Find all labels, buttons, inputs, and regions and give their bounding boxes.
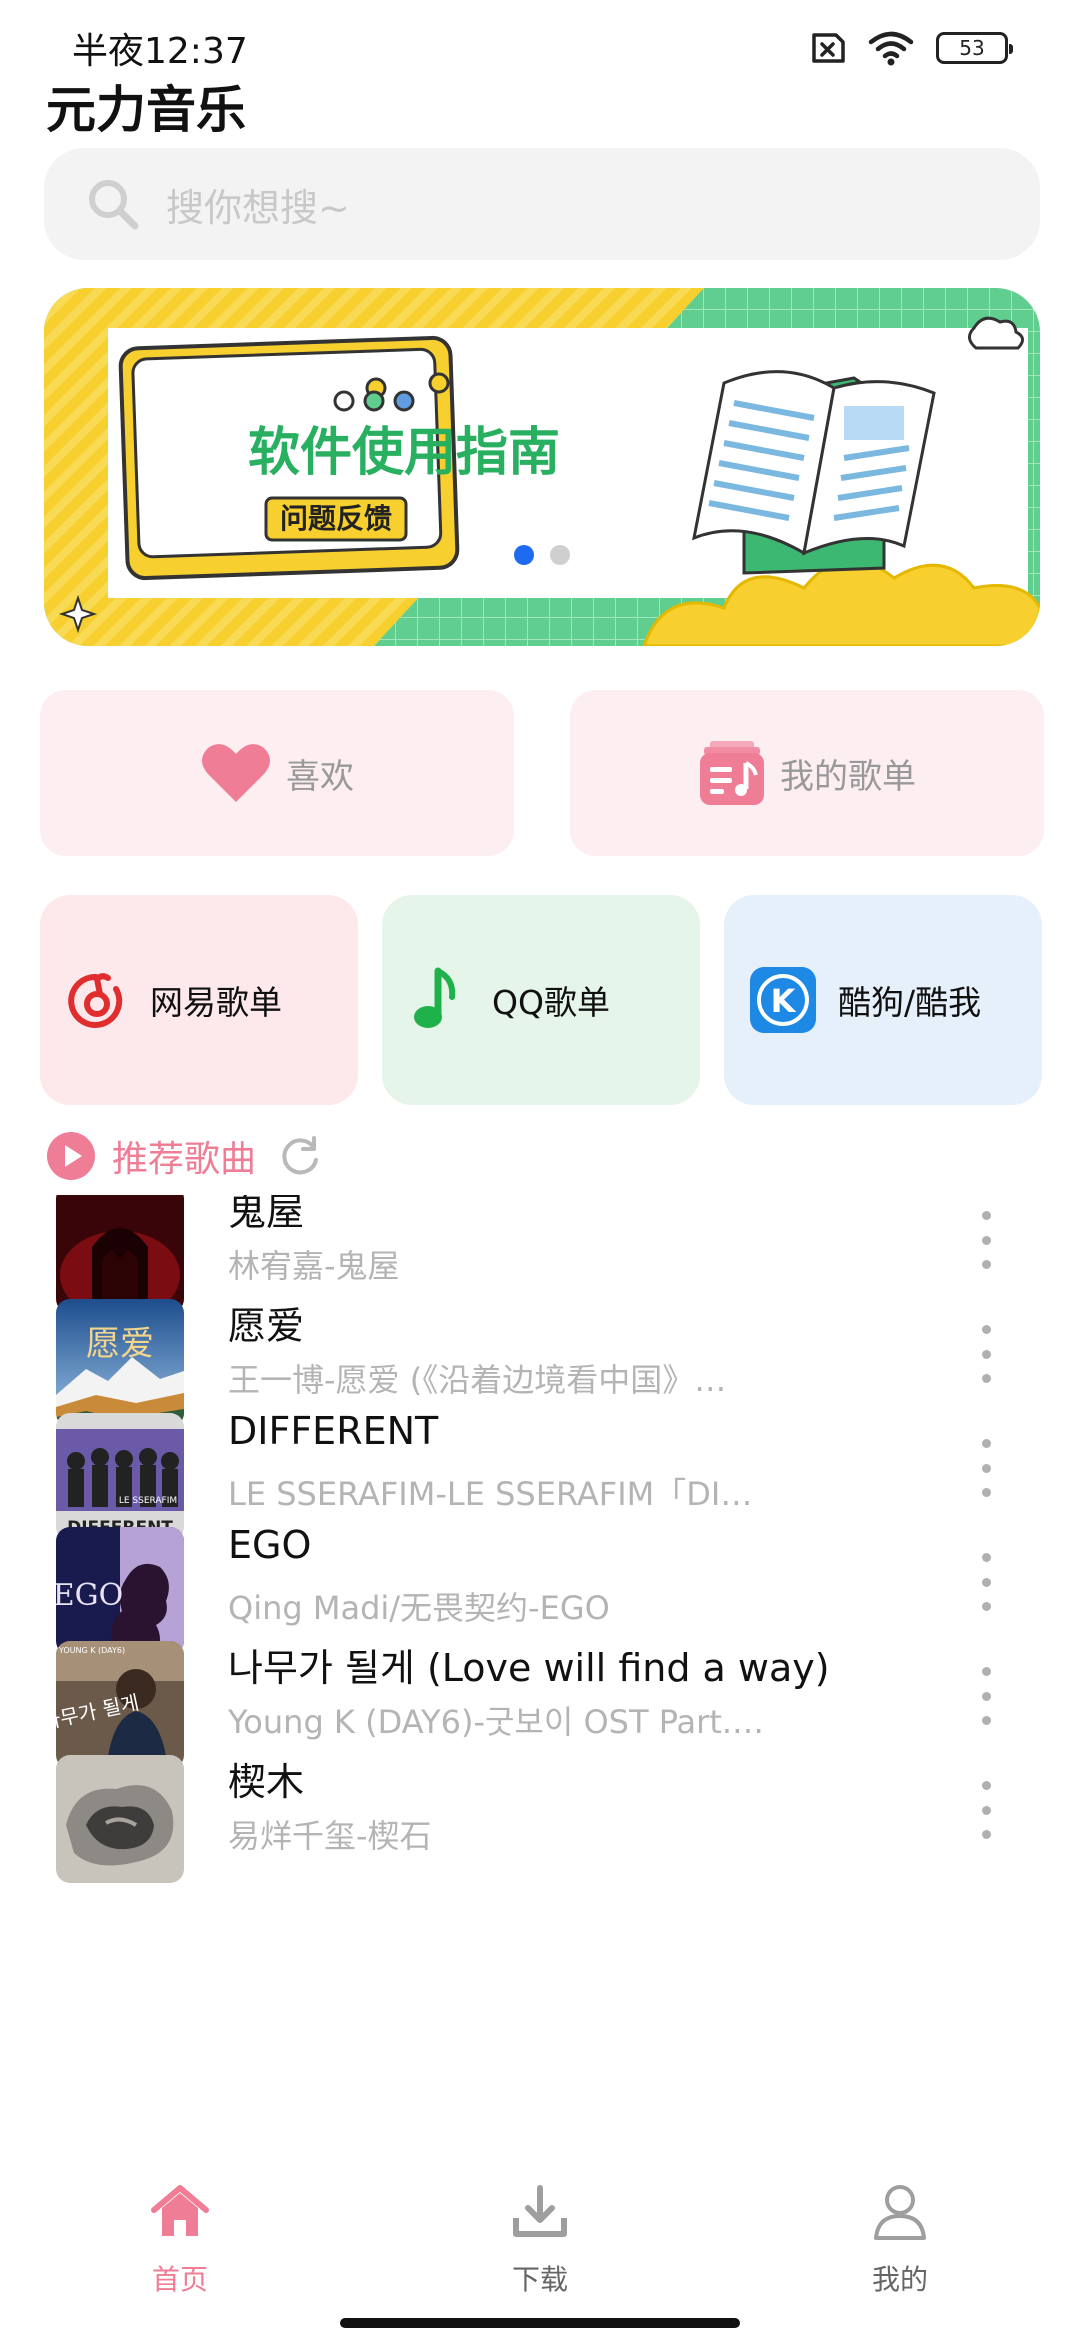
svg-text:问题反馈: 问题反馈 [280,502,392,535]
more-options-icon[interactable] [966,1433,1006,1503]
no-sim-icon [812,33,845,63]
refresh-icon[interactable] [278,1134,322,1178]
song-list[interactable]: 鬼屋 林宥嘉-鬼屋 愿爱 愿爱 王一博-愿爱 (《沿着边境看中国》… LE SS… [0,1195,1080,2170]
more-options-icon[interactable] [966,1319,1006,1389]
search-icon [89,180,139,230]
svg-text:软件使用指南: 软件使用指南 [248,423,560,483]
battery-indicator: 53 [936,32,1013,64]
status-icons: 53 [806,30,1013,66]
nav-home-label: 首页 [151,2263,208,2296]
search-input[interactable]: 搜你想搜~ [44,148,1040,260]
qq-playlist-card[interactable]: QQ歌单 [382,895,700,1105]
nav-profile[interactable]: 我的 [800,2180,1000,2310]
song-title: 愿爱 [228,1304,305,1348]
banner-illustration: 软件使用指南 问题反馈 [44,288,1040,646]
status-bar: 半夜12:37 53 [0,0,1080,80]
song-artist: Young K (DAY6)-굿보이 OST Part.… [228,1703,765,1741]
song-artist: Qing Madi/无畏契约-EGO [228,1589,610,1627]
song-title: 나무가 될게 (Love will find a way) [228,1646,830,1690]
more-options-icon[interactable] [966,1775,1006,1845]
netease-icon [68,973,123,1028]
home-indicator[interactable] [340,2318,740,2328]
recommended-title: 推荐歌曲 [112,1139,257,1180]
favorites-card[interactable]: 喜欢 [40,690,514,856]
search-placeholder: 搜你想搜~ [166,185,350,230]
netease-playlist-card[interactable]: 网易歌单 [40,895,358,1105]
banner-carousel[interactable]: 软件使用指南 问题反馈 [44,288,1040,646]
kugou-kuwo-card[interactable]: K 酷狗/酷我 [724,895,1042,1105]
nav-download[interactable]: 下载 [440,2180,640,2310]
download-icon [513,2185,567,2237]
kugou-icon: K [750,967,816,1033]
svg-text:K: K [771,982,797,1020]
song-artist: 王一博-愿爱 (《沿着边境看中国》… [228,1361,727,1399]
more-options-icon[interactable] [966,1547,1006,1617]
home-icon [151,2185,209,2236]
app-title: 元力音乐 [46,81,246,139]
heart-icon [202,744,270,802]
svg-text:LE SSERAFIM: LE SSERAFIM [119,1496,177,1506]
bottom-nav: 首页 下载 我的 [0,2170,1080,2340]
song-artist: 林宥嘉-鬼屋 [228,1247,400,1285]
play-circle-icon [47,1132,95,1180]
banner-dot-2 [550,545,570,565]
banner-dot-1 [514,545,534,565]
more-options-icon[interactable] [966,1661,1006,1731]
song-artist: 易烊千玺-楔石 [228,1817,432,1855]
playlist-icon [700,741,764,805]
wifi-icon [868,31,914,66]
kugou-kuwo-label: 酷狗/酷我 [838,983,982,1022]
song-title: 楔木 [228,1760,305,1804]
nav-download-label: 下载 [511,2263,568,2296]
favorites-label: 喜欢 [286,756,354,797]
qq-music-icon [414,967,456,1028]
song-title: 鬼屋 [228,1195,305,1234]
my-playlists-label: 我的歌单 [780,756,916,797]
qq-playlist-label: QQ歌单 [492,983,610,1022]
status-time: 半夜12:37 [72,31,248,72]
album-cover [56,1755,184,1883]
netease-playlist-label: 网易歌单 [150,983,282,1022]
nav-profile-label: 我的 [871,2263,928,2296]
recommended-header: 推荐歌曲 [46,1128,322,1184]
svg-text:EGO: EGO [56,1578,123,1613]
more-options-icon[interactable] [966,1205,1006,1275]
profile-icon [874,2185,926,2240]
svg-text:愿爱: 愿爱 [86,1324,154,1364]
song-artist: LE SSERAFIM-LE SSERAFIM「DI… [228,1475,753,1513]
song-row[interactable]: 楔木 易烊千玺-楔石 [0,1745,1080,1885]
svg-text:YOUNG K (DAY6): YOUNG K (DAY6) [58,1646,125,1655]
nav-home[interactable]: 首页 [80,2180,280,2310]
song-title: DIFFERENT [228,1409,439,1453]
song-title: EGO [228,1523,312,1567]
my-playlists-card[interactable]: 我的歌单 [570,690,1044,856]
